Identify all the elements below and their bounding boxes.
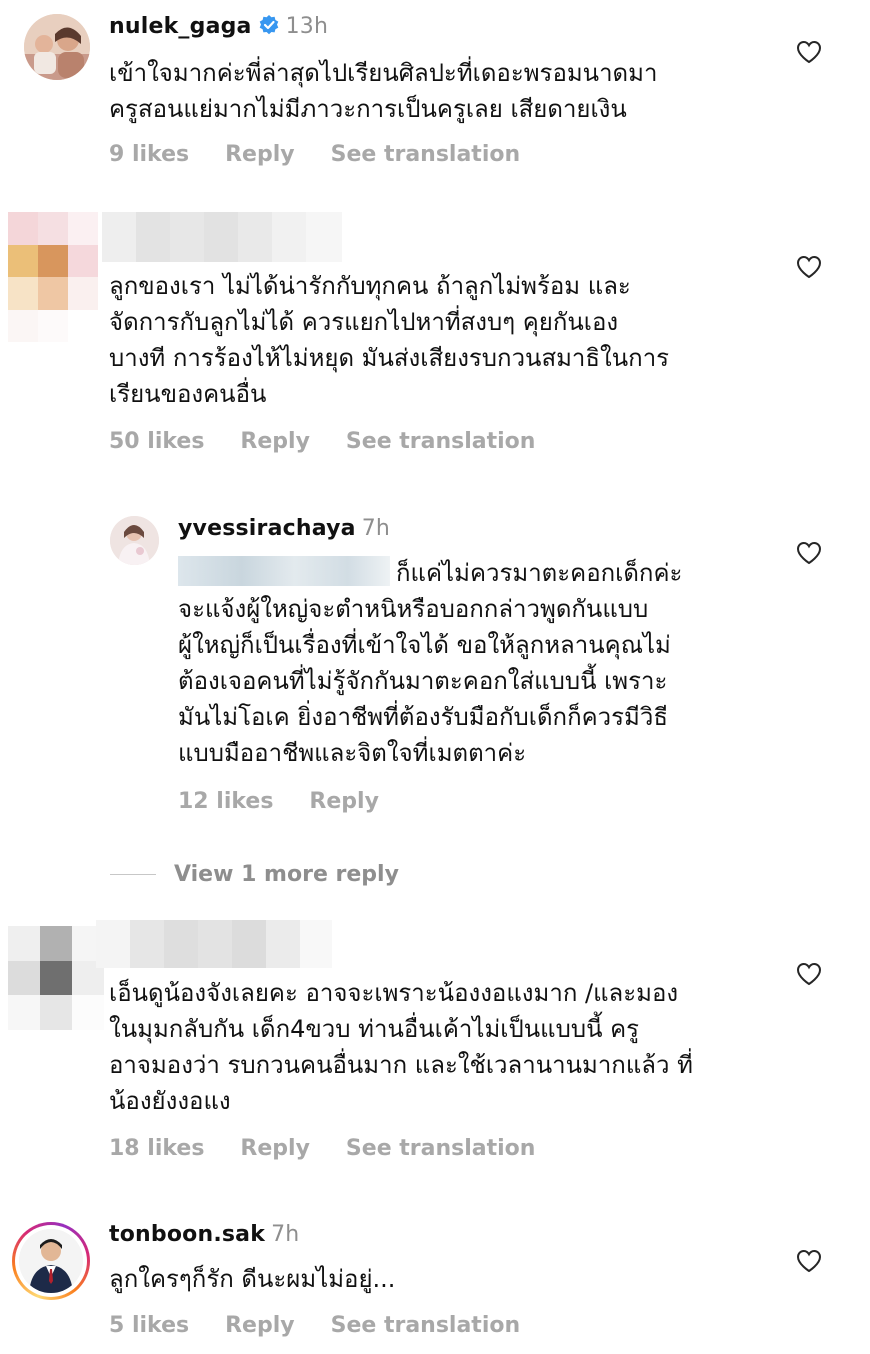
comment-text: เอ็นดูน้องจังเลยคะ อาจจะเพราะน้องงอแงมาก…: [109, 979, 693, 1115]
comment-username[interactable]: nulek_gaga 13h: [109, 14, 328, 39]
heart-outline-icon[interactable]: [796, 1249, 822, 1273]
reply-button[interactable]: Reply: [240, 1136, 310, 1161]
comment-actions: 18 likes Reply See translation: [109, 1136, 535, 1161]
reply-text: ก็แค่ไม่ควรมาตะคอกเด็กค่ะ จะแจ้งผู้ใหญ่จ…: [178, 559, 683, 767]
heart-outline-icon[interactable]: [796, 962, 822, 986]
avatar[interactable]: [110, 516, 159, 565]
blurred-username: [96, 920, 332, 968]
verified-badge-icon: [259, 15, 278, 35]
comment-time: 7h: [361, 516, 391, 541]
avatar[interactable]: [24, 14, 90, 80]
pixelated-avatar[interactable]: [8, 926, 104, 1030]
person-suit-photo-icon: [19, 1229, 83, 1293]
reply-button[interactable]: Reply: [309, 789, 379, 814]
comment-text: ลูกใครๆก็รัก ดีนะผมไม่อยู่...: [109, 1265, 396, 1293]
comment-text: ก็แค่ไม่ควรมาตะคอกเด็กค่ะ จะแจ้งผู้ใหญ่จ…: [178, 555, 682, 771]
username-text[interactable]: nulek_gaga: [109, 14, 252, 39]
divider-line: [110, 874, 156, 875]
view-more-label[interactable]: View 1 more reply: [174, 862, 399, 887]
person-photo-icon: [110, 516, 159, 565]
reply-button[interactable]: Reply: [225, 142, 295, 167]
comment-time: 13h: [285, 14, 329, 39]
username-text[interactable]: yvessirachaya: [178, 516, 356, 541]
blurred-username: [102, 212, 342, 262]
likes-count[interactable]: 50 likes: [109, 429, 204, 454]
likes-count[interactable]: 9 likes: [109, 142, 189, 167]
see-translation-link[interactable]: See translation: [331, 1313, 521, 1338]
likes-count[interactable]: 5 likes: [109, 1313, 189, 1338]
comment-actions: 12 likes Reply: [178, 789, 379, 814]
pixelated-avatar[interactable]: [8, 212, 98, 342]
blurred-mention: [178, 556, 390, 586]
see-translation-link[interactable]: See translation: [331, 142, 521, 167]
avatar-story-ring[interactable]: [12, 1222, 90, 1300]
likes-count[interactable]: 12 likes: [178, 789, 273, 814]
view-more-replies-button[interactable]: View 1 more reply: [110, 862, 399, 887]
comment-text: ลูกของเรา ไม่ได้น่ารักกับทุกคน ถ้าลูกไม่…: [109, 272, 670, 408]
reply-button[interactable]: Reply: [225, 1313, 295, 1338]
comment-text: เข้าใจมากค่ะพี่ล่าสุดไปเรียนศิลปะที่เดอะ…: [109, 59, 658, 123]
see-translation-link[interactable]: See translation: [346, 1136, 536, 1161]
comment-username[interactable]: yvessirachaya 7h: [178, 516, 390, 541]
comment-actions: 9 likes Reply See translation: [109, 142, 520, 167]
comment-username[interactable]: tonboon.sak 7h: [109, 1222, 299, 1247]
username-text[interactable]: tonboon.sak: [109, 1222, 265, 1247]
see-translation-link[interactable]: See translation: [346, 429, 536, 454]
heart-outline-icon[interactable]: [796, 255, 822, 279]
comment-actions: 5 likes Reply See translation: [109, 1313, 520, 1338]
reply-button[interactable]: Reply: [240, 429, 310, 454]
heart-outline-icon[interactable]: [796, 541, 822, 565]
comment-actions: 50 likes Reply See translation: [109, 429, 535, 454]
comment-time: 7h: [271, 1222, 300, 1247]
heart-outline-icon[interactable]: [796, 40, 822, 64]
person-photo-icon: [24, 14, 90, 80]
likes-count[interactable]: 18 likes: [109, 1136, 204, 1161]
